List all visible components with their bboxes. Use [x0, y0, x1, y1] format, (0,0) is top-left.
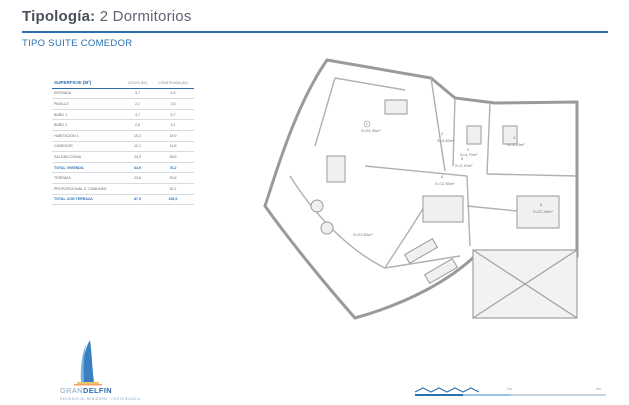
interior-wall	[430, 77, 446, 172]
table-header-row: SUPERFICIE (M²) ÚTILES (M²) CONSTRUIDA (…	[52, 78, 194, 89]
chair	[320, 221, 334, 235]
room-area: S=12,60m²	[435, 181, 455, 186]
room-number: 6	[441, 174, 444, 179]
interior-wall	[466, 205, 518, 212]
row-label: BAÑO 2	[52, 119, 123, 131]
terrace-row: TERRAZA 23,6 29,6	[52, 172, 194, 184]
room-area: S=3,80m²	[437, 138, 455, 143]
room-area: S=23,60m²	[353, 232, 373, 237]
table-row: PASILLO 2,1 2,6	[52, 98, 194, 110]
row-built: 18,9	[151, 130, 194, 142]
total-with-terrace-row: TOTAL CON TERRAZA 87,9 136,0	[52, 194, 194, 206]
row-label: PROPORCIONAL Z. COMUNES	[52, 183, 123, 195]
interior-wall	[486, 173, 578, 177]
room-area: S=24,30m²	[361, 128, 381, 133]
row-built: 2,6	[151, 98, 194, 110]
scale-segment	[415, 394, 463, 396]
room-area: S=3,10m²	[507, 142, 525, 147]
row-label: PASILLO	[52, 98, 123, 110]
row-useful: 15,3	[122, 130, 152, 142]
scale-wave	[414, 387, 480, 393]
table-row: SALÓN/COCINA 24,3 26,6	[52, 151, 194, 163]
row-built: 5,7	[151, 109, 194, 121]
lounger	[403, 237, 439, 265]
room-number: 2	[441, 131, 444, 136]
scale-segment	[463, 394, 511, 396]
scale-label-end: 5m	[596, 387, 601, 391]
title-label: Tipología:	[22, 8, 96, 25]
row-built: 14,8	[151, 141, 194, 153]
table-row: HABITACIÓN 1 15,3 18,9	[52, 130, 194, 142]
kitchen-wall	[334, 77, 406, 91]
scale-label-mid: 2m	[507, 387, 512, 391]
header-rule	[22, 31, 608, 33]
row-label: TOTAL VIVIENDA	[52, 162, 123, 174]
row-useful: 12,1	[122, 141, 152, 153]
col-useful-header: ÚTILES (M²)	[122, 78, 152, 89]
row-useful: 64,9	[122, 162, 152, 174]
area-table: SUPERFICIE (M²) ÚTILES (M²) CONSTRUIDA (…	[52, 78, 194, 206]
row-label: TERRAZA	[52, 172, 123, 184]
kitchen-wall	[314, 77, 336, 147]
interior-wall	[452, 97, 456, 167]
sofa	[326, 155, 346, 183]
page-title: Tipología: 2 Dormitorios	[22, 8, 192, 25]
bath-fixture	[466, 125, 482, 145]
room-area: S=22,40m²	[533, 209, 553, 214]
brand-tagline: RESIDENCIAL BENIDORM · COSTA BLANCA	[60, 397, 141, 401]
row-label: TOTAL CON TERRAZA	[52, 194, 123, 206]
scale-segment	[511, 394, 606, 396]
row-built: 29,6	[151, 172, 194, 184]
row-built: 26,6	[151, 151, 194, 163]
row-built: 136,0	[151, 194, 194, 206]
row-useful: 23,6	[122, 172, 152, 184]
chair	[310, 199, 324, 213]
scale-bar: 2m 5m	[414, 387, 606, 396]
row-label: SALÓN/COCINA	[52, 151, 123, 163]
dining-table	[422, 195, 464, 223]
table-row: BAÑO 2 2,5 3,1	[52, 119, 194, 131]
lounger	[423, 257, 459, 285]
table-row: BAÑO 1 4,7 5,7	[52, 109, 194, 121]
row-useful: 3,7	[122, 88, 152, 100]
row-useful: 87,9	[122, 194, 152, 206]
row-built: 3,1	[151, 119, 194, 131]
title-value: 2 Dormitorios	[99, 8, 192, 25]
room-area: S=2,10m²	[455, 163, 473, 168]
row-useful: 24,3	[122, 151, 152, 163]
row-label: BAÑO 1	[52, 109, 123, 121]
table-row: ENTRADA 3,7 4,5	[52, 88, 194, 100]
brand-name-part1: GRAN	[60, 386, 83, 395]
table-heading: SUPERFICIE (M²)	[52, 78, 123, 89]
row-built: 4,5	[151, 88, 194, 100]
total-living-row: TOTAL VIVIENDA 64,9 76,2	[52, 162, 194, 174]
row-useful: 2,1	[122, 98, 152, 110]
row-useful: 2,5	[122, 119, 152, 131]
col-built-header: CONSTRUIDA (M²)	[151, 78, 194, 89]
row-useful: 4,7	[122, 109, 152, 121]
room-number: 7	[366, 122, 369, 127]
row-label: HABITACIÓN 1	[52, 130, 123, 142]
page-subtitle: TIPO SUITE COMEDOR	[22, 38, 133, 49]
row-label: ENTRADA	[52, 88, 123, 100]
row-built: 76,2	[151, 162, 194, 174]
table-row: COMEDOR 12,1 14,8	[52, 141, 194, 153]
kitchen-counter	[384, 99, 408, 115]
floor-plan: 7 S=24,30m² 2 S=3,80m² 3 S=4,70m² 4 S=3,…	[263, 58, 579, 320]
interior-wall	[486, 102, 491, 175]
common-row: PROPORCIONAL Z. COMUNES 30,1	[52, 183, 194, 195]
row-label: COMEDOR	[52, 141, 123, 153]
brand-name-part2: DELFIN	[82, 386, 113, 395]
brand-name: GRANDELFIN	[60, 386, 112, 395]
row-useful	[122, 183, 152, 195]
row-built: 30,1	[151, 183, 194, 195]
